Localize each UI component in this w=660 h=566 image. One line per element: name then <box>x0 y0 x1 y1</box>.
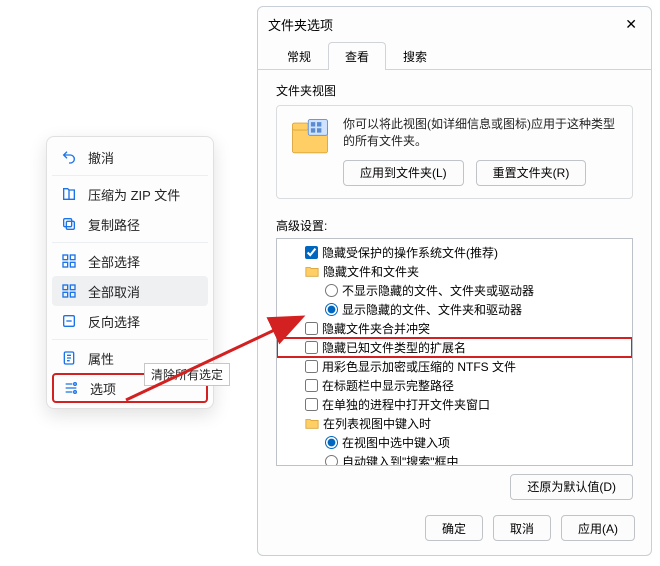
tab-general[interactable]: 常规 <box>270 42 328 70</box>
tree-checkbox[interactable] <box>305 379 318 392</box>
tree-row[interactable]: 自动键入到"搜索"框中 <box>277 452 632 466</box>
separator <box>52 339 208 340</box>
tree-row[interactable]: 显示隐藏的文件、文件夹和驱动器 <box>277 300 632 319</box>
tree-label: 用彩色显示加密或压缩的 NTFS 文件 <box>322 358 516 375</box>
dialog-title: 文件夹选项 <box>268 15 621 34</box>
separator <box>52 242 208 243</box>
tree-label: 自动键入到"搜索"框中 <box>342 453 459 466</box>
deselect-all-icon <box>60 282 78 300</box>
tree-row[interactable]: 隐藏文件夹合并冲突 <box>277 319 632 338</box>
tree-label: 在标题栏中显示完整路径 <box>322 377 454 394</box>
cm-select-all[interactable]: 全部选择 清除所有选定 <box>52 246 208 276</box>
tree-checkbox[interactable] <box>305 322 318 335</box>
cm-invert[interactable]: 反向选择 <box>52 306 208 336</box>
folder-view-label: 文件夹视图 <box>276 82 633 99</box>
tree-label: 隐藏文件和文件夹 <box>323 263 419 280</box>
cm-zip-label: 压缩为 ZIP 文件 <box>88 185 200 204</box>
tree-row[interactable]: 用彩色显示加密或压缩的 NTFS 文件 <box>277 357 632 376</box>
tree-radio[interactable] <box>325 303 338 316</box>
tree-label: 隐藏受保护的操作系统文件(推荐) <box>322 244 498 261</box>
restore-defaults-button[interactable]: 还原为默认值(D) <box>510 474 633 500</box>
apply-button[interactable]: 应用(A) <box>561 515 635 541</box>
tree-row[interactable]: 在单独的进程中打开文件夹窗口 <box>277 395 632 414</box>
tree-label: 不显示隐藏的文件、文件夹或驱动器 <box>342 282 534 299</box>
tab-content: 文件夹视图 你可以将此视图(如详细信息或图标)应用于这种类型的所有文件夹。 应用… <box>258 70 651 505</box>
tabs: 常规 查看 搜索 <box>258 41 651 70</box>
separator <box>52 175 208 176</box>
cm-deselect-all-label: 全部取消 <box>88 282 200 301</box>
tab-view[interactable]: 查看 <box>328 42 386 70</box>
cm-invert-label: 反向选择 <box>88 312 200 331</box>
tree-row[interactable]: 在标题栏中显示完整路径 <box>277 376 632 395</box>
tree-row[interactable]: 在列表视图中键入时 <box>277 414 632 433</box>
options-icon <box>62 379 80 397</box>
close-button[interactable]: ✕ <box>621 14 641 35</box>
tree-label: 在单独的进程中打开文件夹窗口 <box>322 396 490 413</box>
tree-row[interactable]: 隐藏文件和文件夹 <box>277 262 632 281</box>
tree-row[interactable]: 在视图中选中键入项 <box>277 433 632 452</box>
dialog-button-row: 确定 取消 应用(A) <box>258 505 651 555</box>
tree-radio[interactable] <box>325 455 338 466</box>
tree-label: 在列表视图中键入时 <box>323 415 431 432</box>
properties-icon <box>60 349 78 367</box>
tree-row[interactable]: 不显示隐藏的文件、文件夹或驱动器 <box>277 281 632 300</box>
cancel-button[interactable]: 取消 <box>493 515 551 541</box>
folder-view-group: 你可以将此视图(如详细信息或图标)应用于这种类型的所有文件夹。 应用到文件夹(L… <box>276 105 633 199</box>
tree-radio[interactable] <box>325 284 338 297</box>
select-all-icon <box>60 252 78 270</box>
context-menu: 撤消 压缩为 ZIP 文件 复制路径 全部选择 清除所有选定 全部取消 反向选择 <box>46 136 214 409</box>
tree-label: 隐藏已知文件类型的扩展名 <box>322 339 466 356</box>
tree-checkbox[interactable] <box>305 341 318 354</box>
cm-undo[interactable]: 撤消 <box>52 142 208 172</box>
copy-path-icon <box>60 215 78 233</box>
folder-view-text: 你可以将此视图(如详细信息或图标)应用于这种类型的所有文件夹。 <box>343 116 620 150</box>
tree-row[interactable]: 隐藏受保护的操作系统文件(推荐) <box>277 243 632 262</box>
advanced-label: 高级设置: <box>276 217 633 234</box>
folder-apply-icon <box>289 116 331 158</box>
ok-button[interactable]: 确定 <box>425 515 483 541</box>
reset-folders-button[interactable]: 重置文件夹(R) <box>476 160 587 186</box>
advanced-settings-tree[interactable]: 隐藏受保护的操作系统文件(推荐) 隐藏文件和文件夹不显示隐藏的文件、文件夹或驱动器… <box>276 238 633 466</box>
tree-label: 隐藏文件夹合并冲突 <box>322 320 430 337</box>
cm-copy-path[interactable]: 复制路径 <box>52 209 208 239</box>
tree-label: 在视图中选中键入项 <box>342 434 450 451</box>
cm-undo-label: 撤消 <box>88 148 200 167</box>
cm-copy-path-label: 复制路径 <box>88 215 200 234</box>
cm-select-all-label: 全部选择 <box>88 252 200 271</box>
apply-to-folders-button[interactable]: 应用到文件夹(L) <box>343 160 464 186</box>
tooltip: 清除所有选定 <box>144 363 230 386</box>
titlebar: 文件夹选项 ✕ <box>258 7 651 41</box>
undo-icon <box>60 148 78 166</box>
tab-search[interactable]: 搜索 <box>386 42 444 70</box>
cm-zip[interactable]: 压缩为 ZIP 文件 <box>52 179 208 209</box>
zip-icon <box>60 185 78 203</box>
tree-checkbox[interactable] <box>305 398 318 411</box>
tree-checkbox[interactable] <box>305 360 318 373</box>
cm-deselect-all[interactable]: 全部取消 <box>52 276 208 306</box>
folder-options-dialog: 文件夹选项 ✕ 常规 查看 搜索 文件夹视图 你可以将此视图(如详细信息或图标)… <box>257 6 652 556</box>
tree-radio[interactable] <box>325 436 338 449</box>
tree-label: 显示隐藏的文件、文件夹和驱动器 <box>342 301 522 318</box>
tree-row[interactable]: 隐藏已知文件类型的扩展名 <box>277 338 632 357</box>
invert-icon <box>60 312 78 330</box>
tree-checkbox[interactable] <box>305 246 318 259</box>
